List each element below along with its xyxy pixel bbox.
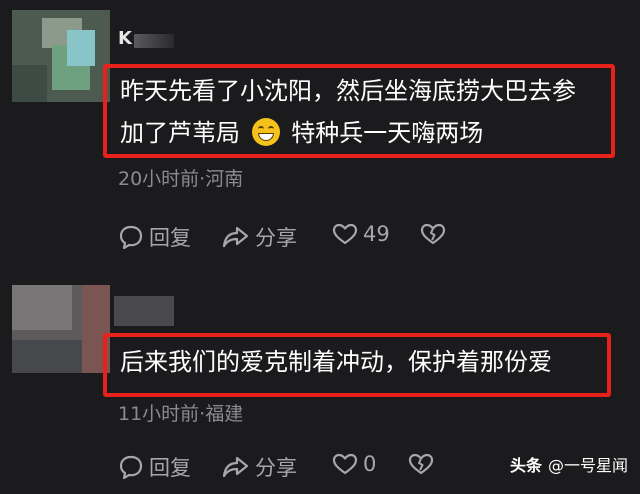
like-button[interactable]: 0: [332, 452, 376, 476]
comment-text-line: 昨天先看了小沈阳，然后坐海底捞大巴去参: [120, 77, 576, 105]
username-blur: [134, 34, 174, 48]
share-label: 分享: [255, 456, 297, 480]
reply-label: 回复: [149, 456, 191, 480]
share-button[interactable]: 分享: [222, 222, 297, 252]
watermark: 头条 @一号星闻: [510, 452, 628, 476]
watermark-handle: @一号星闻: [547, 456, 628, 475]
share-button[interactable]: 分享: [222, 452, 297, 482]
avatar-blur-block: [67, 30, 95, 66]
comment-text-segment: 特种兵一天嗨两场: [291, 119, 484, 147]
broken-heart-icon: [408, 453, 434, 475]
highlighted-comment-box: 昨天先看了小沈阳，然后坐海底捞大巴去参 加了芦苇局 特种兵一天嗨两场: [103, 64, 615, 158]
comment-meta: 20小时前·河南: [118, 168, 244, 190]
avatar[interactable]: [12, 10, 110, 102]
share-label: 分享: [255, 226, 297, 250]
reply-button[interactable]: 回复: [118, 452, 191, 482]
avatar-blur-block: [12, 65, 47, 102]
broken-heart-icon: [420, 223, 446, 245]
highlighted-comment-box: 后来我们的爱克制着冲动，保护着那份爱: [103, 333, 611, 397]
heart-icon: [332, 223, 358, 245]
reply-label: 回复: [149, 226, 191, 250]
comment-text-line: 后来我们的爱克制着冲动，保护着那份爱: [120, 348, 552, 376]
reply-icon: [119, 225, 143, 250]
comment-actions: 回复 分享 49: [118, 222, 598, 252]
share-icon: [222, 226, 249, 248]
watermark-brand: 头条: [509, 456, 542, 475]
comment-meta: 11小时前·福建: [118, 403, 244, 425]
like-button[interactable]: 49: [332, 222, 390, 246]
avatar-blur-block: [12, 340, 82, 373]
dislike-button[interactable]: [420, 222, 451, 246]
like-count: 0: [363, 452, 377, 476]
avatar-blur-block: [12, 285, 72, 330]
like-count: 49: [363, 222, 390, 246]
reply-button[interactable]: 回复: [118, 222, 191, 252]
grinning-face-emoji-icon: [251, 118, 280, 146]
share-icon: [222, 456, 249, 478]
heart-icon: [332, 453, 358, 475]
comment-text-line: 加了芦苇局 特种兵一天嗨两场: [120, 112, 601, 154]
dislike-button[interactable]: [408, 452, 439, 476]
username[interactable]: K: [118, 28, 133, 49]
comment-text-segment: 加了芦苇局: [120, 119, 240, 147]
reply-icon: [119, 455, 143, 480]
username-blur: [114, 296, 174, 326]
avatar[interactable]: [12, 285, 110, 373]
